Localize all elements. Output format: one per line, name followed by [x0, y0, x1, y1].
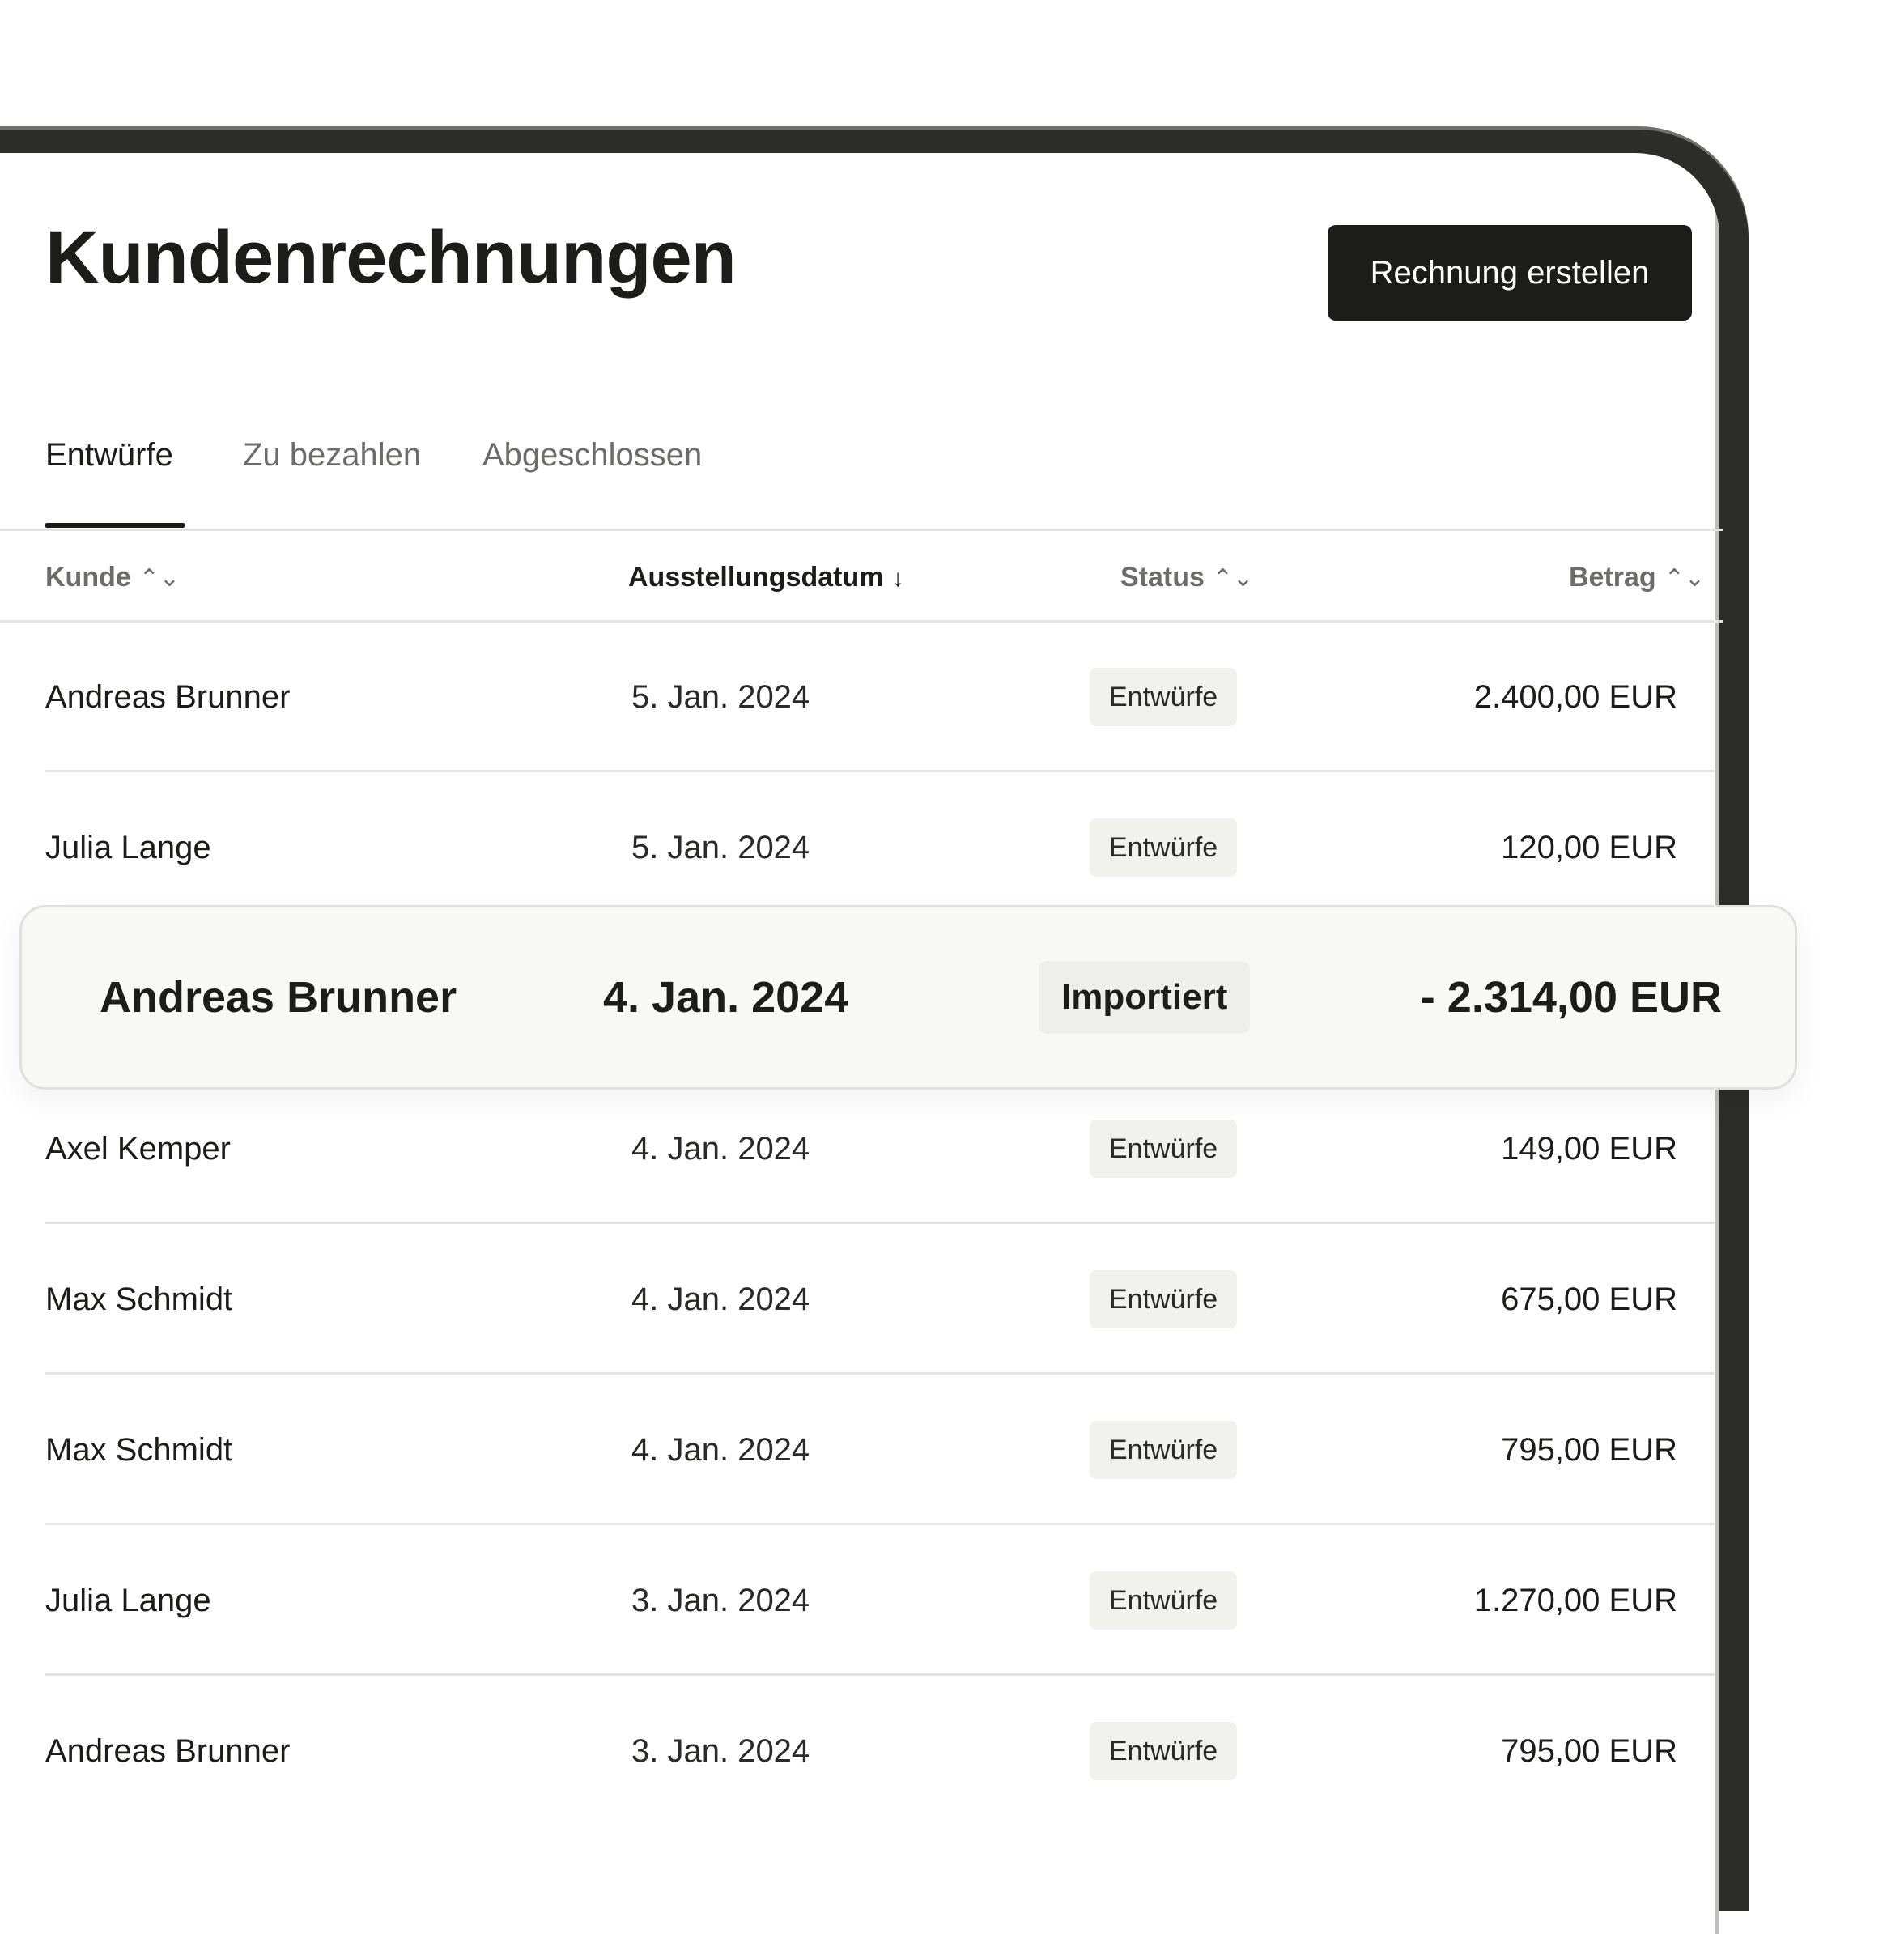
cell-kunde: Julia Lange — [45, 829, 211, 865]
column-header-kunde[interactable]: Kunde ⌃⌄ — [45, 562, 180, 593]
cell-status: Entwürfe — [1090, 772, 1238, 923]
create-invoice-button[interactable]: Rechnung erstellen — [1328, 225, 1692, 321]
cell-status: Entwürfe — [1090, 1525, 1238, 1676]
highlight-datum: 4. Jan. 2024 — [603, 973, 849, 1022]
cell-betrag: 795,00 EUR — [1501, 1732, 1677, 1769]
cell-betrag: 120,00 EUR — [1501, 829, 1677, 865]
cell-status: Entwürfe — [1090, 1073, 1238, 1224]
column-header-status[interactable]: Status ⌃⌄ — [1120, 562, 1253, 593]
imported-status-badge: Importiert — [1039, 961, 1251, 1034]
column-label: Ausstellungsdatum — [628, 562, 884, 593]
cell-kunde: Andreas Brunner — [45, 678, 291, 715]
cell-betrag: 1.270,00 EUR — [1473, 1582, 1677, 1618]
status-badge: Entwürfe — [1090, 668, 1238, 726]
column-header-betrag[interactable]: Betrag ⌃⌄ — [1569, 562, 1705, 593]
cell-kunde: Julia Lange — [45, 1582, 211, 1618]
highlighted-imported-row[interactable]: Andreas Brunner 4. Jan. 2024 Importiert … — [19, 905, 1797, 1090]
cell-status: Entwürfe — [1090, 1676, 1238, 1826]
table-row[interactable]: Andreas Brunner 5. Jan. 2024 Entwürfe 2.… — [0, 622, 1723, 772]
table-row[interactable]: Julia Lange 3. Jan. 2024 Entwürfe 1.270,… — [0, 1525, 1723, 1676]
sort-icon: ⌃⌄ — [1664, 565, 1705, 592]
cell-status: Entwürfe — [1090, 1375, 1238, 1525]
column-label: Kunde — [45, 562, 131, 593]
table-row[interactable]: Julia Lange 5. Jan. 2024 Entwürfe 120,00… — [0, 772, 1723, 923]
status-badge: Entwürfe — [1090, 1722, 1238, 1780]
cell-datum: 4. Jan. 2024 — [631, 1130, 810, 1167]
sort-descending-icon: ↓ — [891, 565, 904, 592]
status-badge: Entwürfe — [1090, 818, 1238, 877]
cell-betrag: 675,00 EUR — [1501, 1281, 1677, 1317]
status-badge: Entwürfe — [1090, 1270, 1238, 1328]
table-row[interactable]: Max Schmidt 4. Jan. 2024 Entwürfe 795,00… — [0, 1375, 1723, 1525]
highlight-status: Importiert — [1039, 907, 1251, 1087]
table-header: Kunde ⌃⌄ Ausstellungsdatum ↓ Status ⌃⌄ Betr… — [0, 531, 1723, 620]
tab-entwuerfe[interactable]: Entwürfe — [45, 437, 173, 474]
table-row[interactable]: Andreas Brunner 3. Jan. 2024 Entwürfe 79… — [0, 1676, 1723, 1826]
cell-datum: 3. Jan. 2024 — [631, 1582, 810, 1618]
cell-kunde: Axel Kemper — [45, 1130, 231, 1167]
tab-abgeschlossen[interactable]: Abgeschlossen — [482, 437, 702, 474]
highlight-betrag: - 2.314,00 EUR — [1420, 973, 1722, 1022]
column-label: Status — [1120, 562, 1205, 593]
cell-betrag: 2.400,00 EUR — [1473, 678, 1677, 715]
page-title: Kundenrechnungen — [45, 216, 737, 299]
cell-kunde: Max Schmidt — [45, 1281, 233, 1317]
column-header-ausstellungsdatum[interactable]: Ausstellungsdatum ↓ — [628, 562, 903, 593]
tab-zu-bezahlen[interactable]: Zu bezahlen — [243, 437, 421, 474]
status-badge: Entwürfe — [1090, 1120, 1238, 1178]
cell-datum: 3. Jan. 2024 — [631, 1732, 810, 1769]
active-tab-indicator — [45, 523, 185, 528]
table-row[interactable]: Axel Kemper 4. Jan. 2024 Entwürfe 149,00… — [0, 1073, 1723, 1224]
cell-status: Entwürfe — [1090, 622, 1238, 772]
column-label: Betrag — [1569, 562, 1656, 593]
status-badge: Entwürfe — [1090, 1571, 1238, 1630]
status-badge: Entwürfe — [1090, 1421, 1238, 1479]
cell-kunde: Max Schmidt — [45, 1431, 233, 1468]
sort-icon: ⌃⌄ — [138, 565, 181, 592]
cell-datum: 4. Jan. 2024 — [631, 1431, 810, 1468]
sort-icon: ⌃⌄ — [1212, 565, 1254, 592]
cell-betrag: 149,00 EUR — [1501, 1130, 1677, 1167]
highlight-kunde: Andreas Brunner — [100, 973, 457, 1022]
cell-betrag: 795,00 EUR — [1501, 1431, 1677, 1468]
cell-kunde: Andreas Brunner — [45, 1732, 291, 1769]
table-row[interactable]: Max Schmidt 4. Jan. 2024 Entwürfe 675,00… — [0, 1224, 1723, 1375]
cell-datum: 5. Jan. 2024 — [631, 829, 810, 865]
cell-datum: 5. Jan. 2024 — [631, 678, 810, 715]
cell-status: Entwürfe — [1090, 1224, 1238, 1375]
cell-datum: 4. Jan. 2024 — [631, 1281, 810, 1317]
